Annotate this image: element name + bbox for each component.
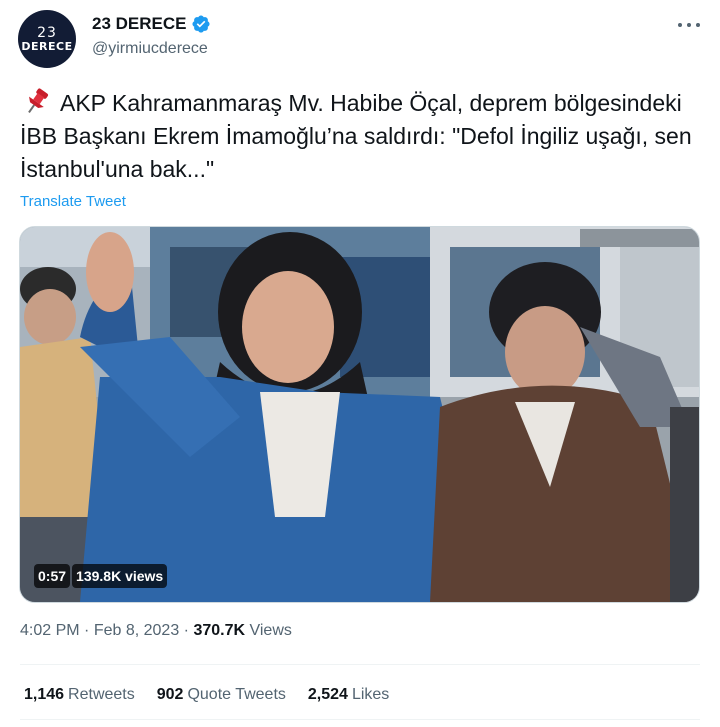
more-options-icon[interactable] — [678, 16, 700, 34]
avatar[interactable]: 23 DERECE — [18, 10, 76, 68]
author-name-row: 23 DERECE — [92, 14, 211, 34]
quote-tweets-count: 902 — [156, 686, 184, 703]
retweets-count: 1,146 — [24, 686, 65, 703]
verified-badge-icon — [191, 14, 211, 34]
more-dot — [696, 23, 700, 27]
divider — [20, 664, 700, 665]
quote-tweets-label: Quote Tweets — [187, 686, 286, 703]
video-player[interactable]: 0:57 139.8K views — [19, 226, 700, 603]
author-handle[interactable]: @yirmiucderece — [92, 40, 208, 58]
meta-separator: · — [79, 622, 94, 639]
tweet-date[interactable]: Feb 8, 2023 — [94, 622, 179, 639]
quote-tweets-stat[interactable]: 902 Quote Tweets — [157, 686, 286, 704]
tweet-text: AKP Kahramanmaraş Mv. Habibe Öçal, depre… — [20, 87, 700, 186]
video-duration: 0:57 — [34, 564, 71, 588]
likes-count: 2,524 — [307, 686, 348, 703]
video-frame — [20, 227, 699, 602]
avatar-number: 23 — [37, 24, 57, 41]
views-label: Views — [245, 622, 292, 639]
tweet-time[interactable]: 4:02 PM — [20, 622, 80, 639]
translate-tweet-link[interactable]: Translate Tweet — [20, 193, 126, 210]
video-views-badge: 139.8K views — [72, 564, 168, 588]
tweet-meta: 4:02 PM · Feb 8, 2023 · 370.7K Views — [20, 622, 292, 640]
views-count: 370.7K — [193, 622, 246, 639]
likes-label: Likes — [351, 686, 390, 703]
more-dot — [687, 23, 691, 27]
display-name[interactable]: 23 DERECE — [92, 14, 186, 34]
tweet-body: AKP Kahramanmaraş Mv. Habibe Öçal, depre… — [20, 90, 692, 182]
likes-stat[interactable]: 2,524 Likes — [308, 686, 389, 704]
retweets-stat[interactable]: 1,146 Retweets — [24, 686, 135, 704]
video-badges: 0:57 139.8K views — [34, 564, 168, 588]
pushpin-icon — [20, 87, 54, 115]
retweets-label: Retweets — [68, 686, 135, 703]
avatar-word: DERECE — [21, 39, 73, 53]
divider — [20, 719, 700, 720]
tweet-card: 23 DERECE 23 DERECE @yirmiucderece AKP K… — [0, 0, 720, 727]
meta-separator: · — [179, 622, 194, 639]
more-dot — [678, 23, 682, 27]
engagement-stats: 1,146 Retweets 902 Quote Tweets 2,524 Likes — [24, 686, 389, 704]
